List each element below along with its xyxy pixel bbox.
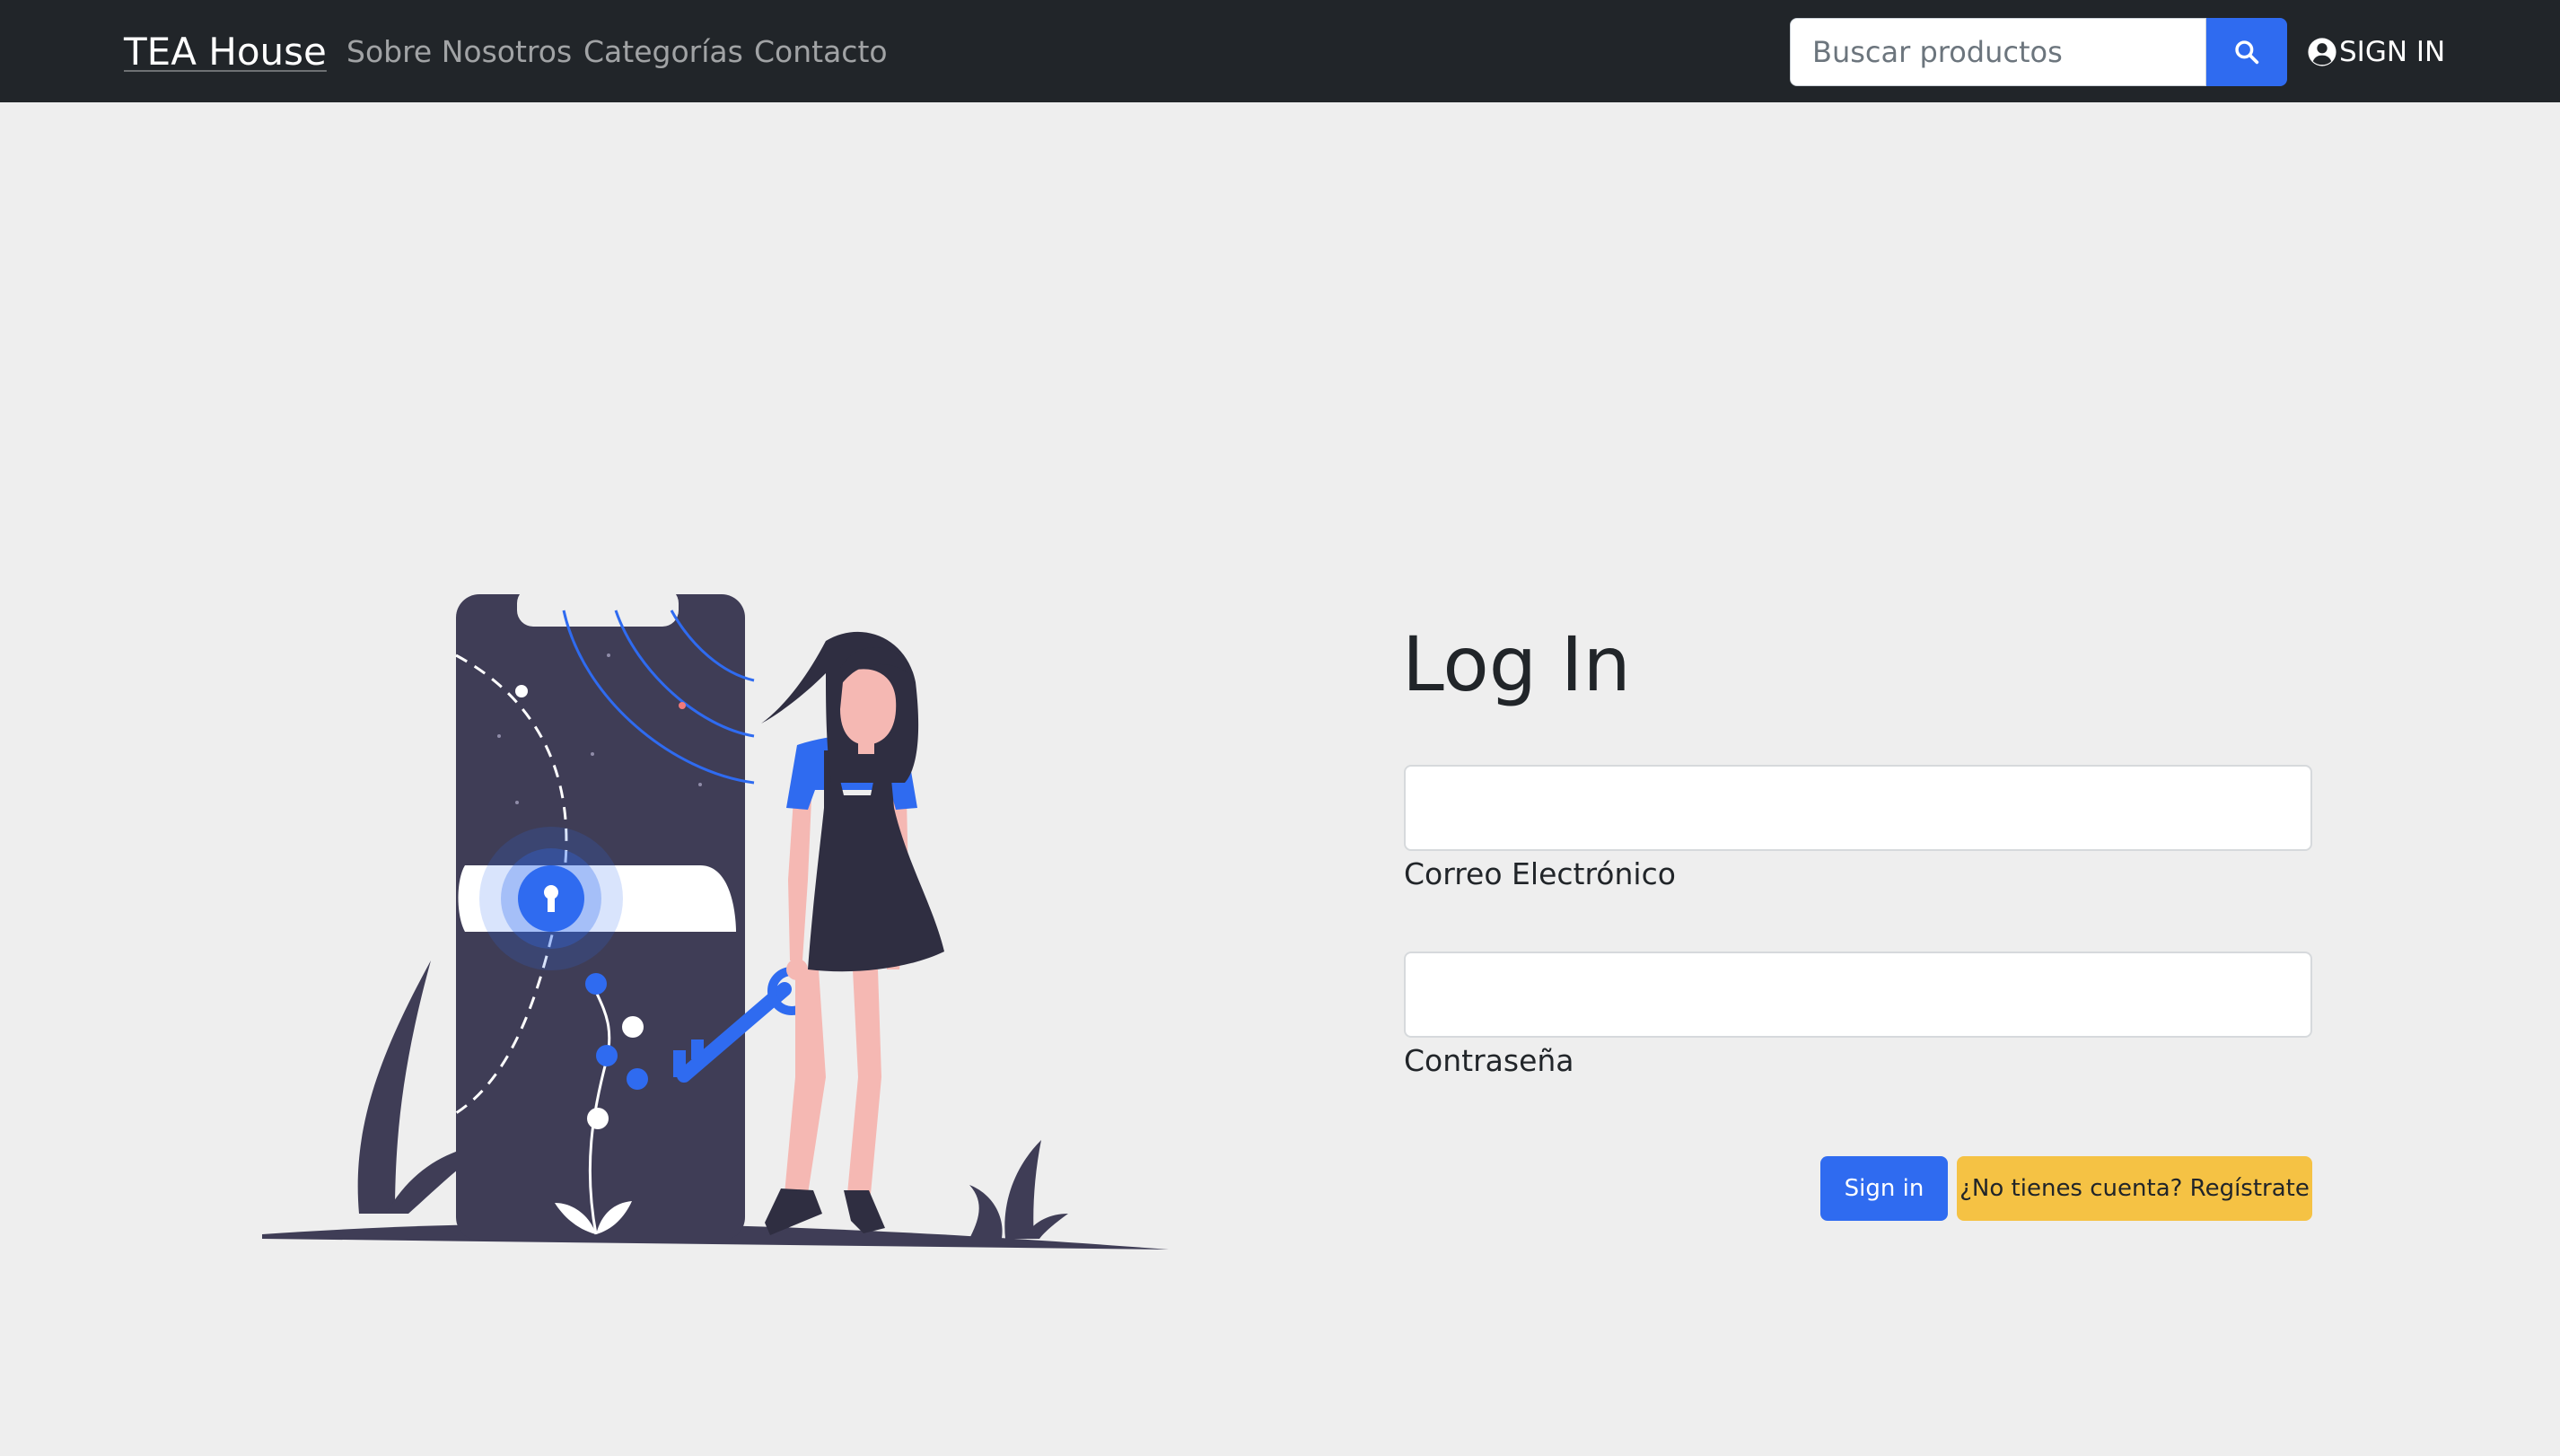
nav-link-contacto[interactable]: Contacto [754,32,888,72]
password-label: Contraseña [1404,1043,1574,1078]
email-field[interactable] [1404,765,2312,851]
brand-logo-link[interactable]: TEA House [124,27,327,77]
login-title: Log In [1402,620,1631,708]
nav-link-sobre-nosotros[interactable]: Sobre Nosotros [346,32,572,72]
login-illustration [262,587,1169,1250]
search-button[interactable] [2206,18,2287,86]
register-button[interactable]: ¿No tienes cuenta? Regístrate [1957,1156,2312,1221]
password-field[interactable] [1404,952,2312,1038]
search-input[interactable] [1790,18,2206,86]
grass-right-icon [1004,1140,1041,1239]
nav-signin-label: SIGN IN [2339,36,2446,68]
woman-figure [761,631,944,1235]
email-label: Correo Electrónico [1404,856,1676,891]
nav-signin-link[interactable]: SIGN IN [2307,32,2445,72]
search-icon [2235,40,2259,65]
nav-link-categorias[interactable]: Categorías [583,32,743,72]
top-navbar: TEA House Sobre Nosotros Categorías Cont… [0,0,2560,102]
sign-in-button[interactable]: Sign in [1820,1156,1948,1221]
account-circle-icon [2308,38,2336,66]
